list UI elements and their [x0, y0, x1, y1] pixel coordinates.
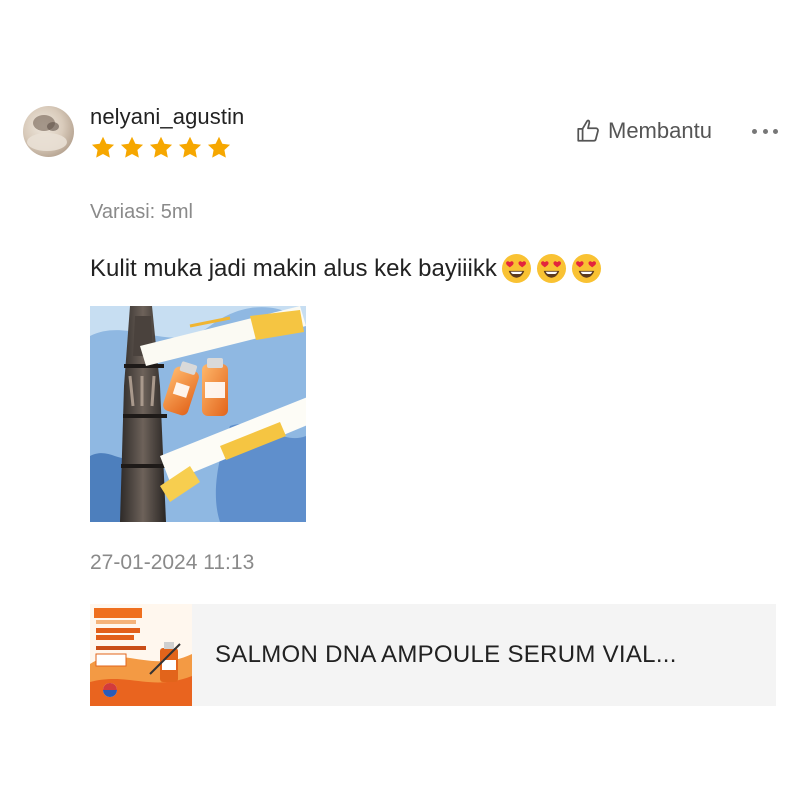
avatar-shape	[47, 122, 59, 131]
helpful-button[interactable]: Membantu	[575, 118, 712, 144]
review-timestamp: 27-01-2024 11:13	[90, 551, 255, 574]
product-thumbnail	[90, 604, 192, 706]
rating-stars	[90, 135, 232, 161]
thumbs-up-icon	[577, 119, 599, 142]
dot	[773, 128, 778, 134]
star-icon	[149, 136, 173, 158]
review-comment-text: Kulit muka jadi makin alus kek bayiiikk	[90, 254, 497, 282]
dot	[752, 128, 757, 134]
helpful-label: Membantu	[608, 118, 712, 143]
more-options-icon[interactable]	[752, 118, 778, 144]
reviewer-username[interactable]: nelyani_agustin	[90, 104, 244, 130]
review-item: nelyani_agustin Membantu Variasi: 5ml Ku…	[0, 0, 800, 800]
dot	[762, 128, 768, 134]
review-comment: Kulit muka jadi makin alus kek bayiiikk	[90, 253, 602, 284]
avatar-shape	[27, 133, 67, 151]
star-icon	[120, 136, 144, 158]
product-thumbnail-illustration	[90, 604, 192, 706]
heart-eyes-emoji-icon	[536, 253, 566, 284]
star-icon	[207, 136, 231, 158]
review-photo[interactable]	[90, 306, 306, 522]
star-icon	[91, 136, 115, 158]
review-photo-illustration	[90, 306, 306, 522]
star-icon	[178, 136, 202, 158]
heart-eyes-emoji-icon	[571, 253, 601, 284]
product-variant: Variasi: 5ml	[90, 201, 193, 223]
heart-eyes-emoji-icon	[501, 253, 531, 284]
avatar[interactable]	[23, 106, 74, 157]
product-name: SALMON DNA AMPOULE SERUM VIAL...	[215, 641, 677, 668]
product-card[interactable]: SALMON DNA AMPOULE SERUM VIAL...	[90, 604, 776, 706]
